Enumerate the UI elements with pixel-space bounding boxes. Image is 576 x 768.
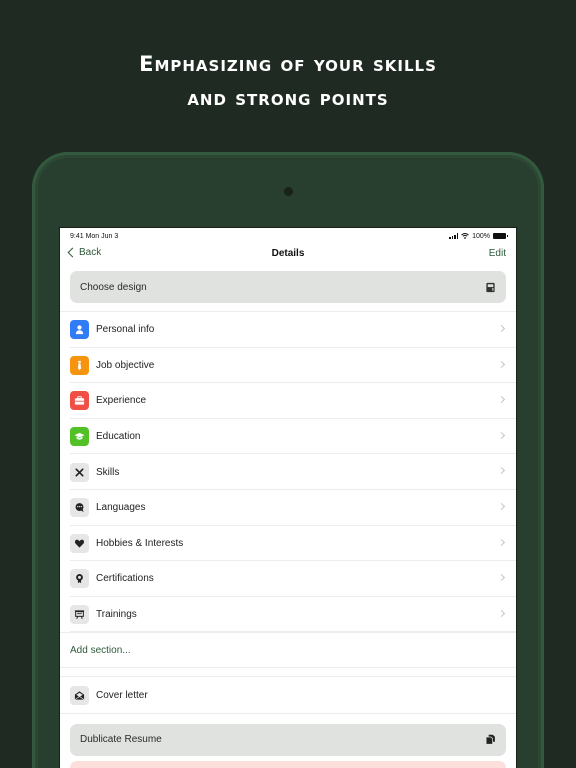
list-item-hobbies[interactable]: Hobbies & Interests — [60, 526, 516, 562]
copy-documents-icon — [485, 735, 495, 746]
page-title: Details — [271, 248, 305, 259]
chevron-right-icon — [497, 324, 506, 333]
delete-resume-button[interactable] — [70, 760, 506, 768]
status-bar: 9:41 Mon Jun 3 100% — [60, 228, 516, 244]
sections-list: Personal info Job objective Experience E… — [60, 312, 516, 669]
choose-design-button[interactable]: Choose design — [70, 271, 506, 303]
speech-bubbles-icon — [70, 498, 89, 518]
list-item-education[interactable]: Education — [60, 419, 516, 455]
headline-line-1: Emphasizing of your skills — [139, 52, 437, 76]
envelope-open-icon — [70, 685, 89, 705]
item-label: Certifications — [96, 573, 154, 585]
heart-icon — [70, 533, 89, 553]
headline-line-2: and strong points — [187, 86, 389, 110]
item-label: Job objective — [96, 359, 155, 371]
headline: Emphasizing of your skills and strong po… — [0, 47, 576, 115]
signal-icon — [449, 233, 459, 239]
cover-letter-section: Cover letter — [60, 677, 516, 714]
chevron-right-icon — [497, 396, 506, 404]
person-icon — [70, 320, 89, 340]
camera-dot — [284, 187, 293, 196]
item-label: Personal info — [96, 324, 155, 336]
chevron-right-icon — [497, 574, 506, 582]
briefcase-icon — [70, 391, 89, 411]
list-item-languages[interactable]: Languages — [60, 490, 516, 526]
list-item-job-objective[interactable]: Job objective — [60, 348, 516, 384]
group-separator — [60, 303, 516, 312]
list-item-cover-letter[interactable]: Cover letter — [60, 677, 516, 713]
duplicate-resume-label: Dublicate Resume — [80, 734, 162, 746]
chevron-right-icon — [497, 538, 506, 546]
list-item-certifications[interactable]: Certifications — [60, 561, 516, 597]
chevron-right-icon — [497, 360, 506, 368]
duplicate-resume-button[interactable]: Dublicate Resume — [70, 723, 506, 756]
item-label: Education — [96, 431, 141, 443]
app-screen: 9:41 Mon Jun 3 100% Back Details Edit Ch… — [59, 227, 517, 768]
graduation-cap-icon — [70, 427, 89, 447]
tools-icon — [70, 462, 89, 482]
chevron-right-icon — [497, 502, 506, 511]
item-label: Hobbies & Interests — [96, 537, 184, 549]
presentation-board-icon — [70, 605, 89, 625]
navigation-bar: Back Details Edit — [60, 244, 516, 266]
item-label: Trainings — [96, 609, 137, 621]
list-item-skills[interactable]: Skills — [60, 454, 516, 490]
item-label: Cover letter — [96, 689, 148, 701]
chevron-right-icon — [497, 467, 506, 475]
status-time: 9:41 — [70, 232, 84, 240]
chevron-right-icon — [497, 431, 506, 439]
add-section-button[interactable]: Add section... — [60, 632, 516, 667]
choose-design-label: Choose design — [80, 281, 147, 293]
wifi-icon — [461, 233, 469, 239]
group-separator — [60, 668, 516, 678]
battery-icon — [493, 233, 508, 239]
tie-icon — [70, 355, 89, 375]
item-label: Skills — [96, 466, 120, 478]
item-label: Experience — [96, 395, 147, 407]
award-ribbon-icon — [70, 569, 89, 589]
edit-button[interactable]: Edit — [489, 248, 506, 259]
battery-percent: 100% — [472, 232, 490, 240]
list-item-experience[interactable]: Experience — [60, 383, 516, 419]
list-item-personal-info[interactable]: Personal info — [60, 312, 516, 348]
chevron-right-icon — [497, 609, 506, 617]
status-date: Mon Jun 3 — [85, 232, 119, 240]
list-item-trainings[interactable]: Trainings — [60, 597, 516, 633]
item-label: Languages — [96, 502, 146, 514]
book-icon — [486, 282, 495, 292]
